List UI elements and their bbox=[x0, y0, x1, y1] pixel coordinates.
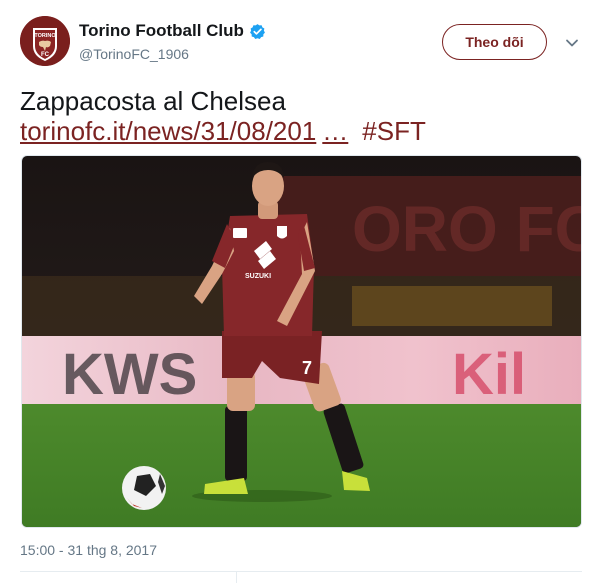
tweet-photo[interactable]: ORO FC KWS Kil 7 SUZUKI bbox=[21, 155, 582, 528]
hashtag-link[interactable]: #SFT bbox=[362, 116, 426, 146]
soccer-ball-icon bbox=[122, 466, 166, 510]
name-row: Torino Football Club bbox=[79, 21, 266, 41]
tweet-headline: Zappacosta al Chelsea bbox=[20, 86, 286, 116]
news-link[interactable]: torinofc.it/news/31/08/201 bbox=[20, 116, 316, 146]
divider bbox=[236, 572, 237, 583]
follow-button[interactable]: Theo dõi bbox=[442, 24, 547, 60]
tweet-links-line: torinofc.it/news/31/08/201… #SFT bbox=[20, 116, 582, 146]
verified-badge-icon bbox=[249, 23, 266, 40]
link-ellipsis[interactable]: … bbox=[322, 116, 348, 146]
football-player-photo: ORO FC KWS Kil 7 SUZUKI bbox=[22, 156, 582, 527]
display-name[interactable]: Torino Football Club bbox=[79, 21, 244, 41]
svg-text:TORINO: TORINO bbox=[34, 33, 56, 39]
ad-board-left: KWS bbox=[62, 342, 197, 407]
avatar[interactable]: TORINO FC bbox=[20, 16, 70, 66]
ad-board-right: Kil bbox=[452, 342, 526, 407]
svg-text:FC: FC bbox=[41, 52, 50, 58]
torino-logo-icon: TORINO FC bbox=[20, 16, 70, 66]
stand-text: ORO FC bbox=[352, 193, 582, 265]
chevron-down-icon[interactable] bbox=[565, 36, 579, 50]
tweet-header: TORINO FC Torino Football Club @TorinoFC… bbox=[20, 16, 582, 68]
sponsor-logo: SUZUKI bbox=[245, 273, 271, 280]
divider bbox=[20, 571, 582, 572]
jersey-number: 7 bbox=[302, 358, 312, 378]
account-handle[interactable]: @TorinoFC_1906 bbox=[79, 46, 189, 62]
tweet-timestamp[interactable]: 15:00 - 31 thg 8, 2017 bbox=[20, 542, 157, 558]
tweet-text: Zappacosta al Chelsea torinofc.it/news/3… bbox=[20, 86, 582, 146]
